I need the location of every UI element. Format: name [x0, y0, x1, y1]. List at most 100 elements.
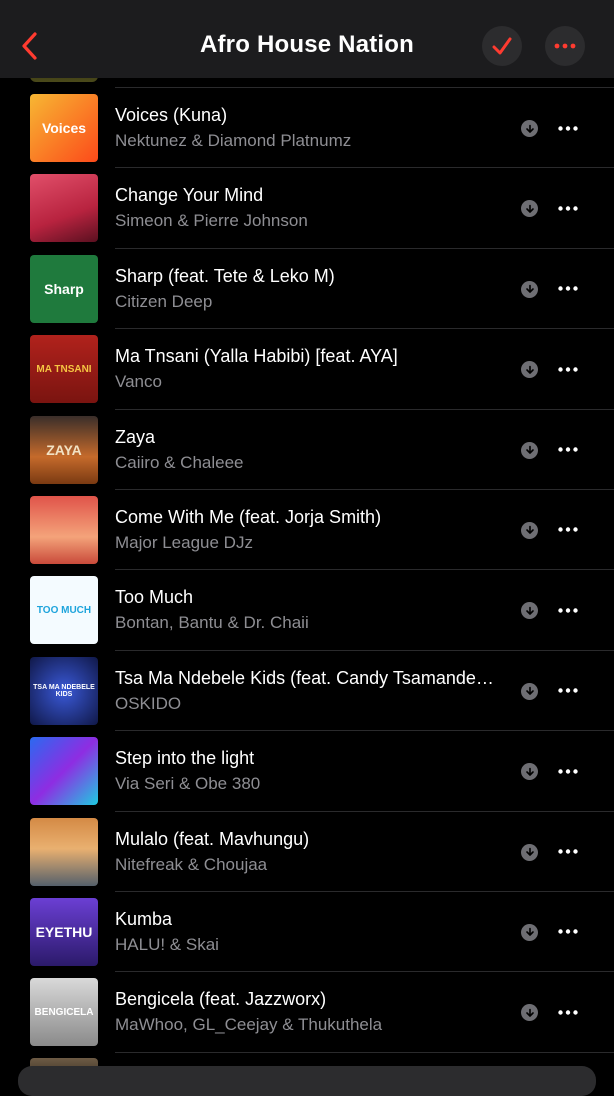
track-row[interactable]: TSA MA NDEBELE KIDS Tsa Ma Ndebele Kids … — [0, 651, 614, 732]
ellipsis-icon — [558, 527, 578, 533]
track-more-button[interactable] — [553, 761, 583, 781]
track-artist: OSKIDO — [115, 693, 182, 713]
track-more-button[interactable] — [553, 600, 583, 620]
album-art: Voices — [30, 94, 98, 162]
select-check-button[interactable] — [482, 26, 522, 66]
track-artist: Via Seri & Obe 380 — [115, 774, 261, 794]
album-art-text: BENGICELA — [34, 1006, 94, 1018]
more-options-button[interactable] — [545, 26, 585, 66]
album-art-text: Sharp — [44, 280, 84, 297]
album-art — [30, 817, 98, 886]
track-more-button[interactable] — [553, 842, 583, 862]
download-arrow-icon — [525, 526, 534, 535]
track-row[interactable]: MA TNSANI Ma Tnsani (Yalla Habibi) [feat… — [0, 329, 614, 410]
track-artist: Simeon & Pierre Johnson — [115, 211, 308, 231]
track-more-button[interactable] — [553, 279, 583, 299]
download-button[interactable] — [521, 843, 538, 861]
ellipsis-icon — [558, 688, 578, 693]
track-title: Ma Tnsani (Yalla Habibi) [feat. AYA] — [115, 346, 398, 367]
download-arrow-icon — [525, 204, 534, 213]
album-art: Sharp — [30, 254, 98, 323]
checkmark-icon — [492, 37, 512, 55]
track-artist: Bontan, Bantu & Dr. Chaii — [115, 613, 309, 633]
track-list: Voices Voices (Kuna) Nektunez & Diamond … — [0, 88, 614, 1054]
ellipsis-icon — [558, 1010, 578, 1015]
album-art: MA TNSANI — [30, 335, 98, 404]
album-art-text: ZAYA — [46, 441, 82, 458]
track-more-button[interactable] — [553, 359, 583, 379]
download-button[interactable] — [521, 763, 538, 781]
ellipsis-icon — [558, 849, 578, 854]
track-more-button[interactable] — [553, 440, 583, 460]
album-art — [30, 737, 98, 806]
album-art — [30, 174, 98, 243]
track-row[interactable]: EYETHU Kumba HALU! & Skai — [0, 892, 614, 973]
download-button[interactable] — [521, 120, 538, 137]
download-button[interactable] — [521, 200, 538, 218]
track-artist: Vanco — [115, 372, 162, 392]
track-more-button[interactable] — [553, 922, 583, 942]
track-more-button[interactable] — [553, 198, 583, 218]
track-title: Mulalo (feat. Mavhungu) — [115, 828, 310, 849]
track-artist: Major League DJz — [115, 532, 253, 552]
track-title: Voices (Kuna) — [115, 105, 228, 125]
album-art: TSA MA NDEBELE KIDS — [30, 656, 98, 725]
download-button[interactable] — [521, 280, 538, 298]
download-button[interactable] — [521, 361, 538, 379]
track-more-button[interactable] — [553, 520, 583, 540]
ellipsis-icon — [558, 929, 578, 935]
track-title: Tsa Ma Ndebele Kids (feat. Candy Tsamand… — [115, 667, 495, 688]
download-button[interactable] — [521, 923, 538, 941]
track-row[interactable]: TOO MUCH Too Much Bontan, Bantu & Dr. Ch… — [0, 570, 614, 652]
download-arrow-icon — [525, 767, 534, 776]
download-button[interactable] — [521, 521, 538, 539]
download-arrow-icon — [525, 847, 534, 856]
track-row[interactable]: ZAYA Zaya Caiiro & Chaleee — [0, 410, 614, 491]
track-artist: Nitefreak & Choujaa — [115, 854, 268, 874]
track-artist: Citizen Deep — [115, 291, 213, 311]
download-button[interactable] — [521, 602, 538, 620]
download-arrow-icon — [525, 445, 534, 454]
download-arrow-icon — [525, 928, 534, 937]
track-title: Too Much — [115, 587, 194, 608]
album-art-text: TOO MUCH — [36, 604, 92, 616]
track-row[interactable]: Mulalo (feat. Mavhungu) Nitefreak & Chou… — [0, 812, 614, 893]
ellipsis-icon — [554, 43, 576, 49]
download-arrow-icon — [525, 1008, 534, 1017]
download-button[interactable] — [521, 682, 538, 700]
album-art-text: MA TNSANI — [36, 363, 92, 375]
track-title: Change Your Mind — [115, 185, 264, 206]
track-title: Bengicela (feat. Jazzworx) — [115, 989, 327, 1010]
download-button[interactable] — [521, 1004, 538, 1022]
ellipsis-icon — [558, 125, 578, 131]
nav-header: Afro House Nation — [0, 0, 614, 78]
track-row[interactable]: Sharp Sharp (feat. Tete & Leko M) Citize… — [0, 249, 614, 330]
track-more-button[interactable] — [553, 118, 583, 138]
track-title: Step into the light — [115, 748, 255, 769]
track-row[interactable]: Come With Me (feat. Jorja Smith) Major L… — [0, 490, 614, 571]
track-artist: Caiiro & Chaleee — [115, 452, 244, 472]
album-art: EYETHU — [30, 897, 98, 966]
track-title: Come With Me (feat. Jorja Smith) — [115, 506, 382, 527]
track-more-button[interactable] — [553, 681, 583, 701]
album-art: BENGICELA — [30, 978, 98, 1047]
track-row[interactable]: BENGICELA Bengicela (feat. Jazzworx) MaW… — [0, 972, 614, 1054]
album-art-text: Voices — [41, 120, 87, 136]
ellipsis-icon — [558, 286, 578, 291]
album-art: ZAYA — [30, 415, 98, 484]
mini-player[interactable] — [18, 1066, 596, 1096]
ellipsis-icon — [558, 608, 578, 613]
track-row[interactable]: Change Your Mind Simeon & Pierre Johnson — [0, 168, 614, 250]
download-button[interactable] — [521, 441, 538, 459]
download-arrow-icon — [525, 284, 534, 294]
ellipsis-icon — [558, 366, 578, 372]
download-arrow-icon — [525, 606, 534, 615]
track-row[interactable]: Step into the light Via Seri & Obe 380 — [0, 731, 614, 812]
ellipsis-icon — [558, 768, 578, 774]
track-artist: MaWhoo, GL_Ceejay & Thukuthela — [115, 1015, 383, 1035]
album-art-text: TSA MA NDEBELE KIDS — [33, 683, 95, 698]
track-more-button[interactable] — [553, 1002, 583, 1022]
track-row[interactable]: Voices Voices (Kuna) Nektunez & Diamond … — [0, 88, 614, 169]
album-art-text: EYETHU — [35, 923, 93, 940]
ellipsis-icon — [558, 447, 578, 452]
